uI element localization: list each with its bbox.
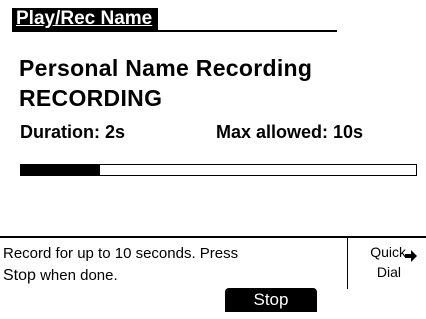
- stop-button[interactable]: Stop: [225, 288, 317, 312]
- message-rest: when done.: [35, 267, 118, 284]
- recording-progress-bar: [20, 164, 417, 176]
- title-divider: [12, 30, 337, 32]
- footer-divider: [0, 236, 426, 238]
- quick-dial-label-2: Dial: [376, 264, 401, 280]
- progress-fill: [21, 165, 100, 175]
- quick-dial-label-1: Quick: [370, 244, 406, 260]
- message-stop-word: Stop: [3, 267, 36, 284]
- footer-separator: [347, 238, 348, 289]
- screen-title: Play/Rec Name: [12, 8, 159, 30]
- phone-screen: Play/Rec Name Personal Name Recording RE…: [0, 0, 426, 319]
- arrow-right-icon[interactable]: [405, 250, 417, 262]
- instruction-message: Record for up to 10 seconds. Press Stop …: [3, 243, 343, 287]
- quick-dial-softkey[interactable]: Quick Dial: [354, 242, 406, 282]
- page-heading: Personal Name Recording: [19, 55, 313, 81]
- max-allowed-label: Max allowed: 10s: [216, 122, 364, 142]
- duration-label: Duration: 2s: [20, 122, 126, 142]
- status-heading: RECORDING: [19, 85, 163, 111]
- message-line1: Record for up to 10 seconds. Press: [3, 245, 239, 262]
